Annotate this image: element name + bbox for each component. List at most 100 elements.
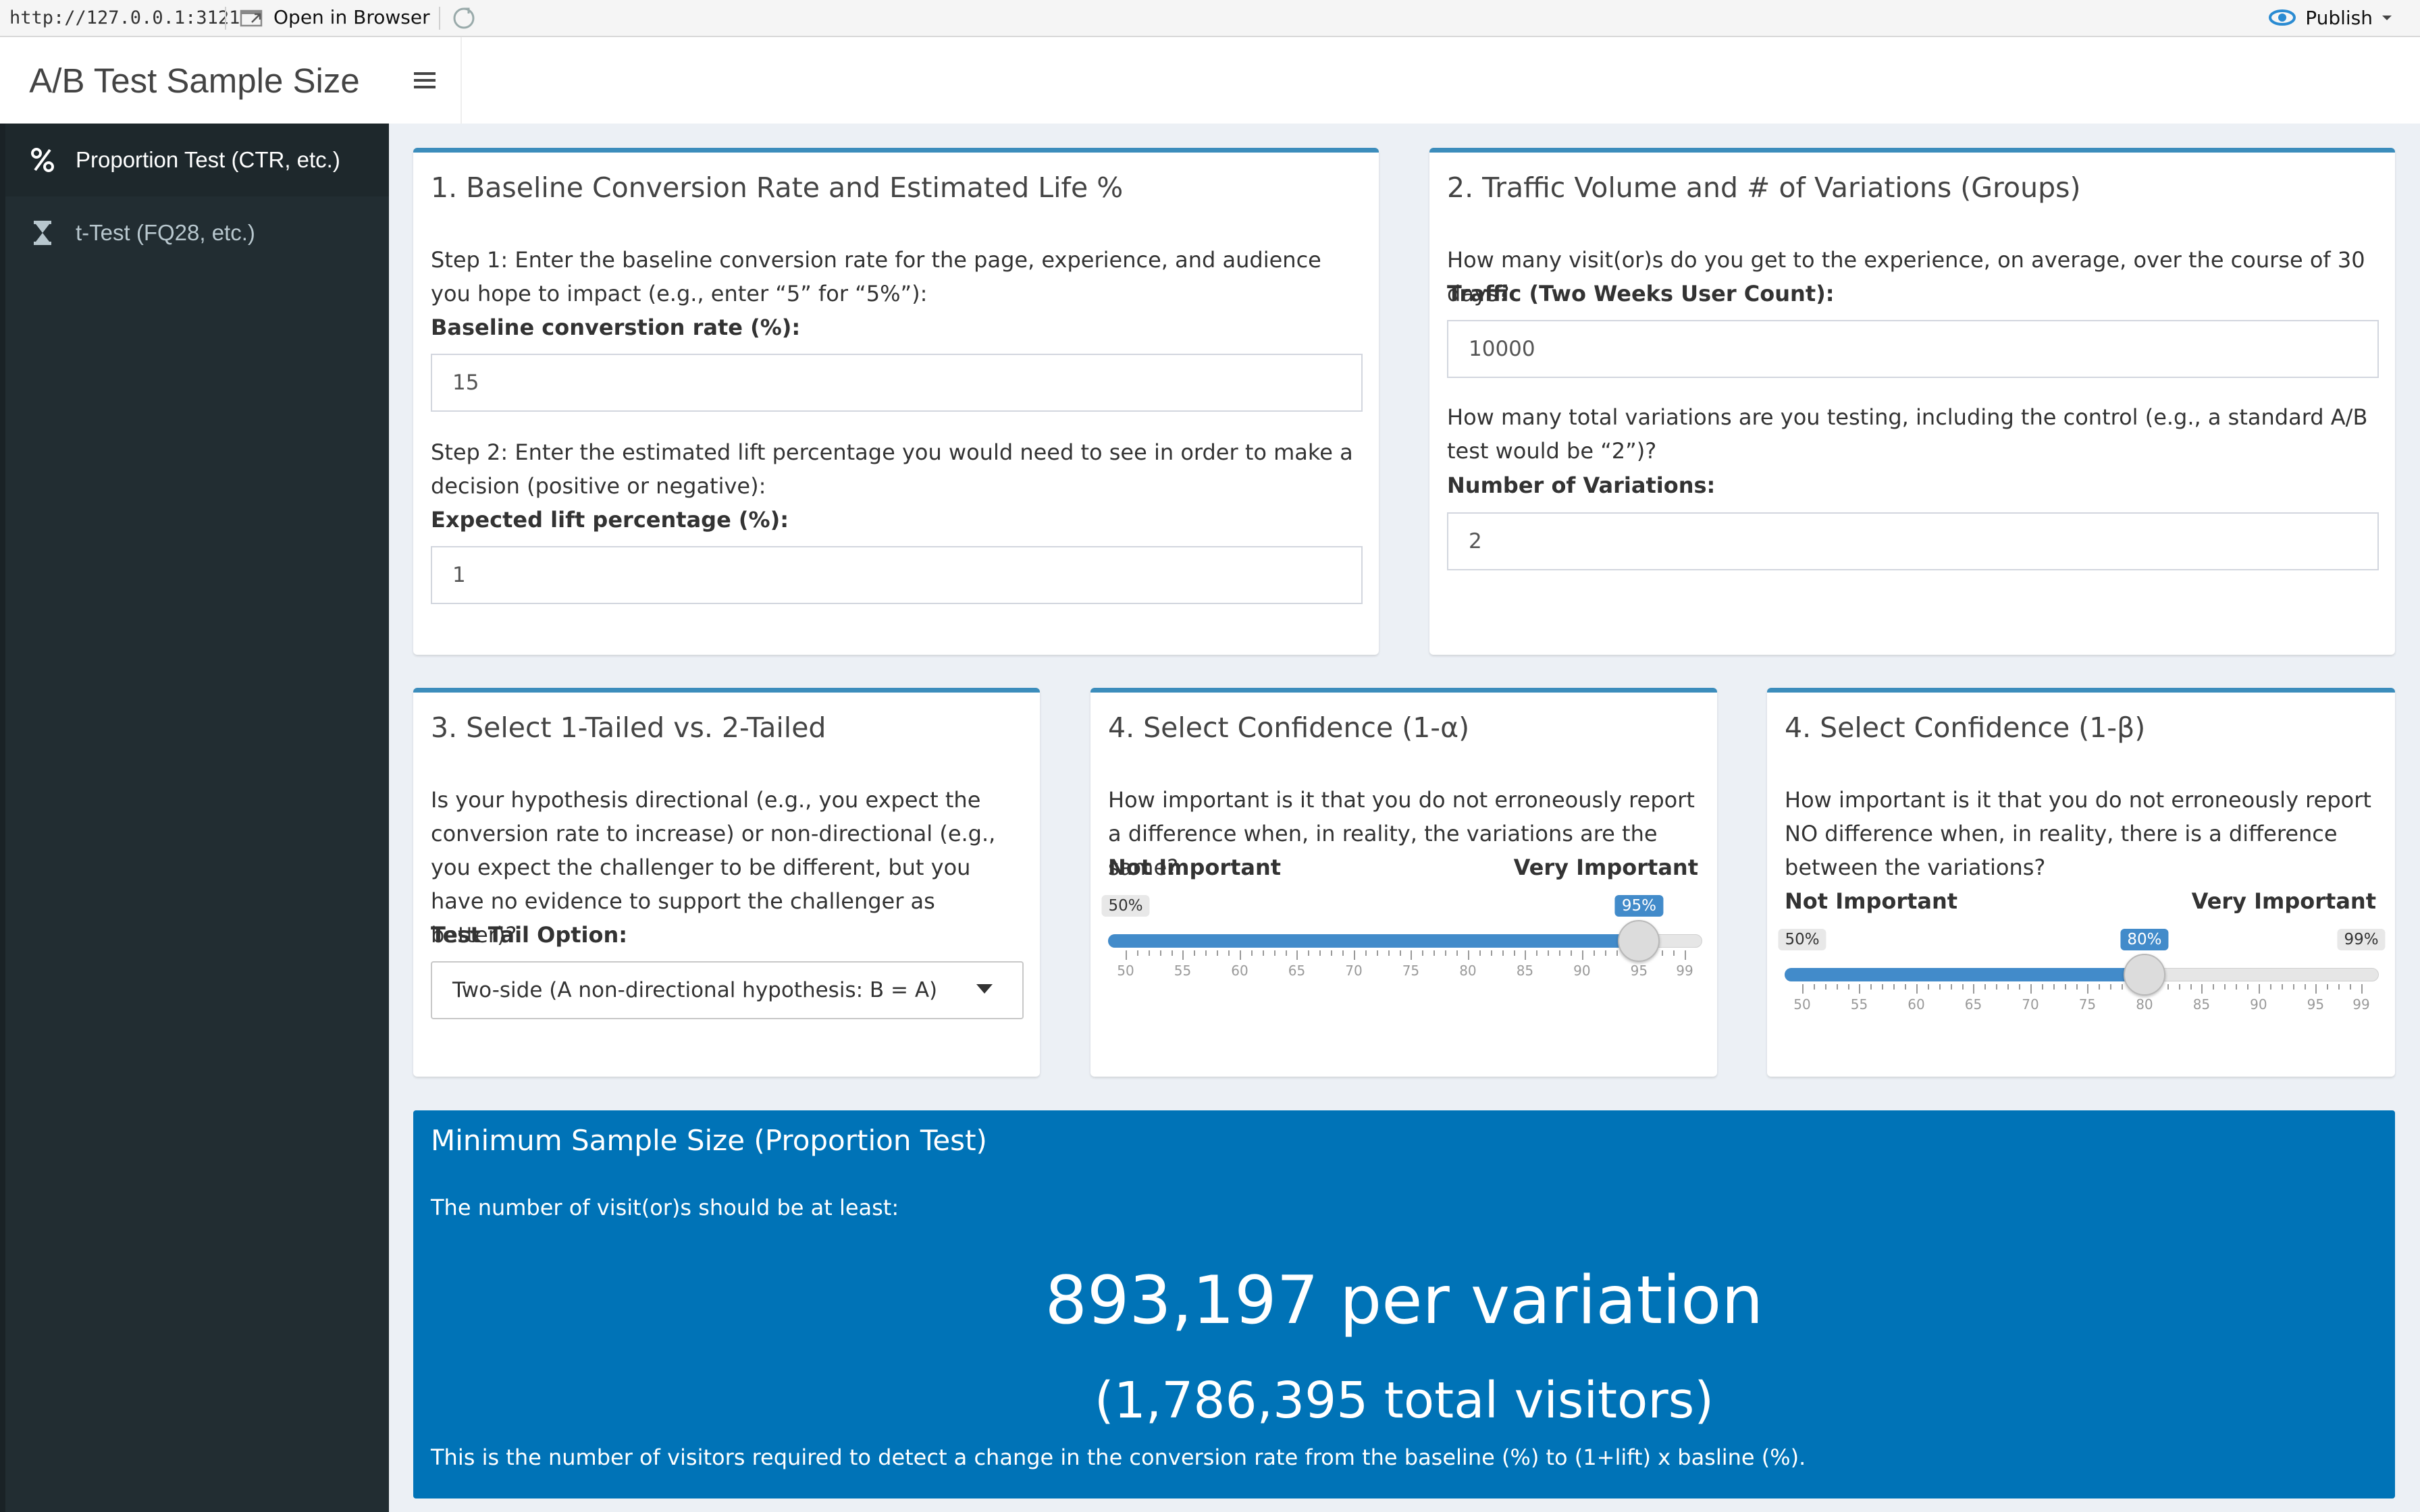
- slider-minor-tick: [1939, 984, 1941, 990]
- slider-minor-tick: [1905, 984, 1907, 990]
- slider-minor-tick: [2338, 984, 2340, 990]
- app-title: A/B Test Sample Size: [0, 37, 389, 124]
- total-visitors: (1,786,395 total visitors): [1094, 1372, 1714, 1430]
- slider-major-tick: [2030, 984, 2032, 994]
- result-box: Minimum Sample Size (Proportion Test) Th…: [413, 1110, 2395, 1498]
- slider-tick-label: 75: [1402, 963, 1420, 979]
- slider-min-label: 50%: [1101, 895, 1150, 917]
- traffic-input[interactable]: 10000: [1447, 320, 2379, 378]
- slider-minor-tick: [1996, 984, 1998, 990]
- slider-major-tick: [1296, 950, 1298, 960]
- sidebar-toggle-button[interactable]: [389, 37, 462, 124]
- viewer-toolbar: http://127.0.0.1:3121 Open in Browser Pu…: [0, 0, 2420, 37]
- slider-minor-tick: [1456, 950, 1458, 956]
- slider-major-tick: [2087, 984, 2089, 994]
- slider-minor-tick: [1342, 950, 1344, 956]
- tail-box: 3. Select 1-Tailed vs. 2-Tailed Is your …: [413, 688, 1040, 1077]
- alpha-slider[interactable]: 50% 95% 50 55 60 65 70 75 80 85 90 95 99: [1101, 895, 1702, 996]
- sidebar: A/B Test Sample Size Proportion Test (CT…: [0, 37, 389, 1512]
- not-important-label: Not Important: [1108, 855, 1282, 880]
- box-title: 2. Traffic Volume and # of Variations (G…: [1447, 171, 2081, 204]
- slider-minor-tick: [1273, 950, 1275, 956]
- slider-tick-label: 70: [1345, 963, 1363, 979]
- slider-minor-tick: [2076, 984, 2078, 990]
- slider-minor-tick: [1824, 984, 1826, 990]
- slider-minor-tick: [1604, 950, 1606, 956]
- slider-minor-tick: [2350, 984, 2352, 990]
- slider-minor-tick: [2178, 984, 2180, 990]
- slider-tick-label: 50: [1793, 996, 1811, 1013]
- slider-tick-label: 90: [2250, 996, 2267, 1013]
- slider-tick-label: 85: [1516, 963, 1534, 979]
- slider-value-label: 95%: [1614, 895, 1663, 917]
- slider-handle[interactable]: [1618, 920, 1660, 962]
- refresh-icon[interactable]: [451, 5, 477, 31]
- variations-input[interactable]: 2: [1447, 512, 2379, 570]
- sample-size-per-variation: 893,197 per variation: [1045, 1262, 1764, 1339]
- not-important-label: Not Important: [1785, 888, 1958, 914]
- dropdown-caret-icon: [976, 984, 993, 994]
- slider-major-tick: [2315, 984, 2317, 994]
- publish-icon: [2269, 9, 2296, 26]
- slider-minor-tick: [2099, 984, 2101, 990]
- slider-minor-tick: [1217, 950, 1219, 956]
- slider-major-tick: [1859, 984, 1861, 994]
- slider-minor-tick: [2236, 984, 2238, 990]
- baseline-rate-input[interactable]: 15: [431, 354, 1363, 412]
- slider-minor-tick: [1616, 950, 1618, 956]
- slider-tick-label: 90: [1573, 963, 1591, 979]
- very-important-label: Very Important: [1513, 855, 1698, 880]
- slider-tick-label: 55: [1174, 963, 1192, 979]
- toolbar-divider: [225, 7, 226, 30]
- slider-major-tick: [1353, 950, 1355, 960]
- lift-label: Expected lift percentage (%):: [431, 507, 789, 533]
- slider-minor-tick: [1319, 950, 1321, 956]
- slider-minor-tick: [1422, 950, 1424, 956]
- tail-option-select[interactable]: Two-side (A non-directional hypothesis: …: [431, 961, 1024, 1019]
- tail-label: Test Tail Option:: [431, 922, 628, 948]
- slider-fill: [1108, 934, 1639, 948]
- baseline-box: 1. Baseline Conversion Rate and Estimate…: [413, 148, 1379, 655]
- slider-major-tick: [1685, 950, 1686, 960]
- slider-major-tick: [2258, 984, 2260, 994]
- hamburger-icon: [414, 72, 436, 88]
- very-important-label: Very Important: [2191, 888, 2376, 914]
- toolbar-divider: [439, 7, 440, 30]
- publish-button[interactable]: Publish: [2267, 6, 2393, 29]
- slider-minor-tick: [2064, 984, 2066, 990]
- slider-minor-tick: [1847, 984, 1849, 990]
- variations-label: Number of Variations:: [1447, 473, 1716, 498]
- beta-slider[interactable]: 50% 99% 80% 50 55 60 65 70 75 80 85 90 95 99: [1778, 929, 2386, 1030]
- slider-minor-tick: [1882, 984, 1884, 990]
- slider-minor-tick: [1548, 950, 1550, 956]
- traffic-box: 2. Traffic Volume and # of Variations (G…: [1429, 148, 2395, 655]
- slider-major-tick: [1802, 984, 1804, 994]
- box-title: 3. Select 1-Tailed vs. 2-Tailed: [431, 711, 826, 744]
- slider-minor-tick: [2041, 984, 2043, 990]
- sidebar-item-proportion-test[interactable]: Proportion Test (CTR, etc.): [5, 124, 389, 196]
- slider-tick-label: 50: [1117, 963, 1134, 979]
- slider-minor-tick: [1559, 950, 1561, 956]
- slider-minor-tick: [1479, 950, 1481, 956]
- slider-minor-tick: [1433, 950, 1436, 956]
- lift-percentage-input[interactable]: 1: [431, 546, 1363, 604]
- slider-minor-tick: [1331, 950, 1333, 956]
- box-title: 4. Select Confidence (1-α): [1108, 711, 1470, 744]
- open-in-browser-button[interactable]: Open in Browser: [240, 6, 430, 28]
- slider-minor-tick: [1962, 984, 1964, 990]
- slider-major-tick: [1182, 950, 1184, 960]
- slider-major-tick: [1467, 950, 1469, 960]
- sidebar-item-label: Proportion Test (CTR, etc.): [76, 147, 340, 172]
- sidebar-item-t-test[interactable]: t-Test (FQ28, etc.): [5, 196, 389, 269]
- percent-icon: [30, 147, 55, 173]
- slider-minor-tick: [2019, 984, 2021, 990]
- slider-minor-tick: [1490, 950, 1492, 956]
- result-title: Minimum Sample Size (Proportion Test): [431, 1124, 987, 1157]
- slider-minor-tick: [1836, 984, 1838, 990]
- slider-minor-tick: [2007, 984, 2009, 990]
- box-title: 4. Select Confidence (1-β): [1785, 711, 2146, 744]
- slider-handle[interactable]: [2123, 954, 2165, 996]
- slider-minor-tick: [1927, 984, 1929, 990]
- slider-minor-tick: [1571, 950, 1573, 956]
- viewer-url[interactable]: http://127.0.0.1:3121: [9, 7, 240, 28]
